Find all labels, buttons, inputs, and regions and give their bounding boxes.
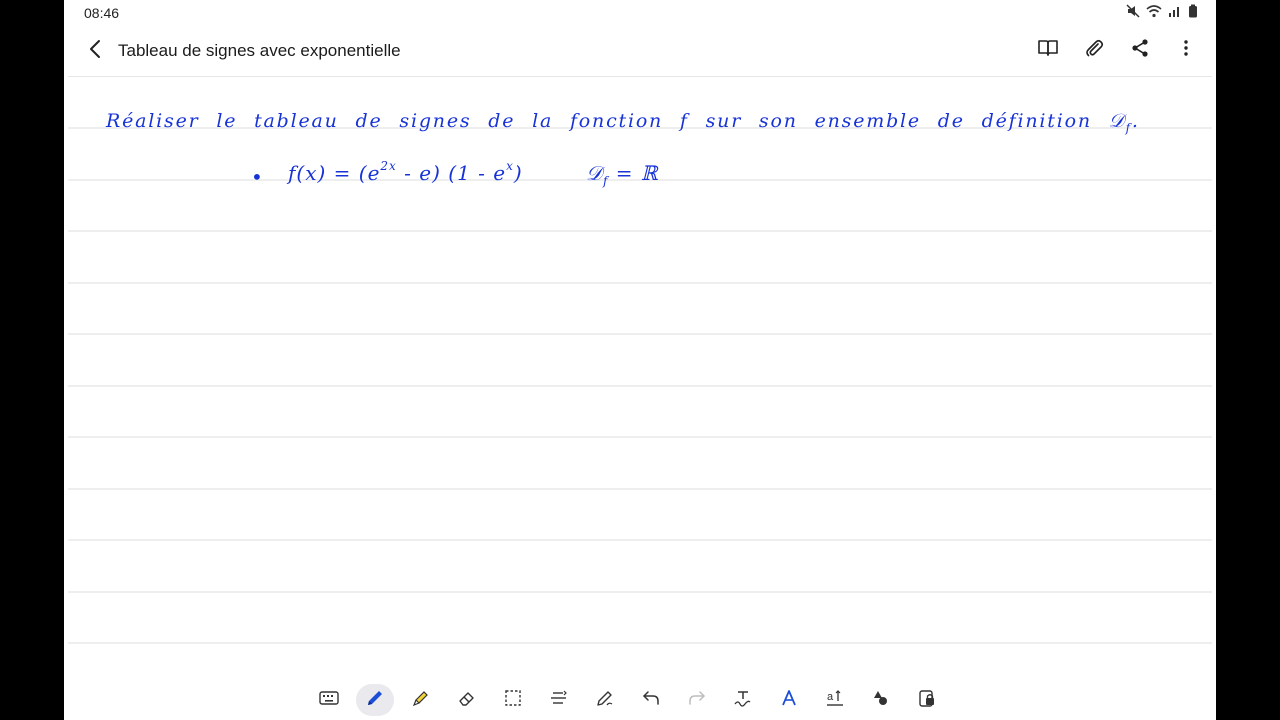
redo-icon xyxy=(687,688,707,713)
share-icon xyxy=(1131,38,1149,63)
svg-text:a: a xyxy=(827,691,834,703)
formula-lhs: f(x) = (e xyxy=(288,161,381,185)
text-spacing-icon: a xyxy=(825,688,845,713)
undo-icon xyxy=(641,688,661,713)
instruction-period: . xyxy=(1131,110,1140,132)
wifi-icon xyxy=(1146,4,1162,18)
attachment-icon xyxy=(1084,38,1104,63)
pen-tool-button[interactable] xyxy=(356,684,394,716)
keyboard-icon xyxy=(319,690,339,711)
lock-icon xyxy=(917,688,937,713)
formula-exponent-x: x xyxy=(506,159,514,174)
eraser-tool-button[interactable] xyxy=(448,684,486,716)
status-bar: 08:46 xyxy=(64,0,1216,24)
edit-pen-button[interactable] xyxy=(586,684,624,716)
selection-tool-button[interactable] xyxy=(494,684,532,716)
reading-mode-button[interactable] xyxy=(1032,34,1064,66)
handwriting-to-text-button[interactable] xyxy=(724,684,762,716)
domain-symbol: 𝒟 xyxy=(1108,110,1126,132)
document-title: Tableau de signes avec exponentielle xyxy=(118,41,401,60)
notes-app-screen: 08:46 Tableau de signes avec exponentiel… xyxy=(64,0,1216,720)
tool-group: a xyxy=(310,684,946,716)
formula-exponent-2x: 2x xyxy=(380,159,397,174)
handwritten-formula: f(x) = (e2x - e) (1 - ex) xyxy=(288,159,523,185)
shapes-button[interactable] xyxy=(862,684,900,716)
eraser-icon xyxy=(457,688,477,713)
back-button[interactable] xyxy=(80,36,110,66)
keyboard-button[interactable] xyxy=(310,684,348,716)
handwriting-text-icon xyxy=(733,688,753,713)
back-arrow-icon xyxy=(88,39,102,64)
highlighter-tool-button[interactable] xyxy=(402,684,440,716)
handwritten-bullet: • xyxy=(251,165,263,189)
highlighter-icon xyxy=(411,688,431,713)
formula-end: ) xyxy=(513,161,523,185)
handwritten-instruction: Réaliser le tableau de signes de la fonc… xyxy=(106,110,1140,135)
app-bar: Tableau de signes avec exponentielle xyxy=(64,28,1216,74)
lock-button[interactable] xyxy=(908,684,946,716)
instruction-text: Réaliser le tableau de signes de la fonc… xyxy=(106,110,1092,132)
more-options-button[interactable] xyxy=(1170,34,1202,66)
note-page-canvas[interactable]: Réaliser le tableau de signes de la fonc… xyxy=(68,76,1212,681)
more-vert-icon xyxy=(1183,39,1189,62)
text-style-button[interactable] xyxy=(770,684,808,716)
app-bar-actions xyxy=(1032,34,1202,66)
domain-equals-reals: = ℝ xyxy=(608,161,659,185)
text-spacing-button[interactable]: a xyxy=(816,684,854,716)
shapes-icon xyxy=(871,688,891,713)
redo-button[interactable] xyxy=(678,684,716,716)
book-icon xyxy=(1037,38,1059,63)
domain-symbol-2: 𝒟 xyxy=(586,161,603,185)
attach-button[interactable] xyxy=(1078,34,1110,66)
text-align-button[interactable] xyxy=(540,684,578,716)
share-button[interactable] xyxy=(1124,34,1156,66)
battery-icon xyxy=(1188,4,1198,18)
signal-icon xyxy=(1168,4,1182,18)
lasso-select-icon xyxy=(503,688,523,713)
formula-middle: - e) (1 - e xyxy=(396,161,507,185)
text-align-icon xyxy=(549,688,569,713)
status-time: 08:46 xyxy=(84,5,120,21)
handwritten-domain: 𝒟f = ℝ xyxy=(586,161,659,188)
status-icons xyxy=(1126,4,1198,18)
edit-pen-icon xyxy=(595,688,615,713)
text-style-icon xyxy=(779,688,799,713)
bottom-toolbar: a xyxy=(64,680,1216,720)
undo-button[interactable] xyxy=(632,684,670,716)
pen-icon xyxy=(365,688,385,713)
mute-icon xyxy=(1126,4,1140,18)
